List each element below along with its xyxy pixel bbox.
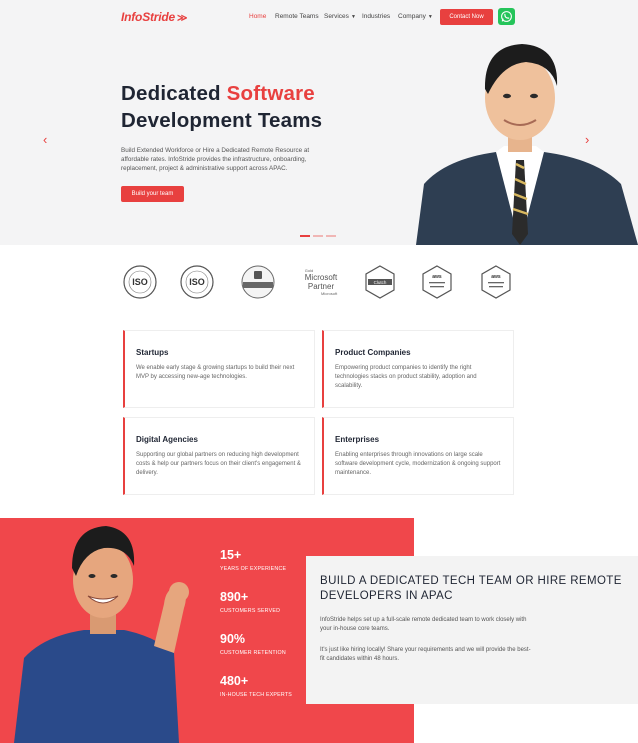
info-paragraph-2: It's just like hiring locally! Share you… <box>320 647 531 662</box>
card-startups[interactable]: Startups We enable early stage & growing… <box>123 330 315 408</box>
certification-badges: ISO ISO Gold Microsoft Partner Microsoft… <box>116 262 526 308</box>
aws-practitioner-badge-icon: aws <box>418 262 456 302</box>
card-text: Supporting our global partners on reduci… <box>136 452 301 476</box>
hero-section: Dedicated Software Development Teams Bui… <box>0 34 638 245</box>
aws-architect-badge-icon: aws <box>477 262 515 302</box>
goodfirms-badge-icon <box>239 262 277 302</box>
stat-number: 15+ <box>220 548 242 562</box>
iso-badge-text: ISO <box>189 277 205 287</box>
hero-title-part1: Dedicated <box>121 82 227 105</box>
card-text: Empowering product companies to identify… <box>335 365 477 389</box>
stat-number: 90% <box>220 632 246 646</box>
stat-years: 15+ YEARS OF EXPERIENCE <box>220 548 286 572</box>
card-title: Startups <box>136 348 169 357</box>
businessman-photo <box>416 44 638 245</box>
card-enterprises[interactable]: Enterprises Enabling enterprises through… <box>322 417 514 495</box>
aws-text: aws <box>432 274 442 280</box>
ms-label: Microsoft <box>304 273 338 282</box>
microsoft-partner-badge: Gold Microsoft Partner Microsoft <box>298 262 344 302</box>
nav-company-label: Company <box>398 13 426 20</box>
logo-chevron-icon: ≫ <box>177 13 188 24</box>
stat-label: IN-HOUSE TECH EXPERTS <box>220 692 292 698</box>
build-your-team-button[interactable]: Build your team <box>121 186 184 202</box>
clutch-badge-icon: Clutch <box>361 262 399 302</box>
info-paragraph-1: InfoStride helps set up a full-scale rem… <box>320 617 527 632</box>
slider-dot[interactable] <box>300 235 310 237</box>
stat-number: 890+ <box>220 590 249 604</box>
slider-dots <box>300 235 336 237</box>
info-title: BUILD A DEDICATED TECH TEAM OR HIRE REMO… <box>320 575 622 602</box>
nav-company[interactable]: Company ▼ <box>398 13 433 20</box>
card-title: Enterprises <box>335 435 380 444</box>
contact-now-button[interactable]: Contact Now <box>440 9 493 25</box>
whatsapp-icon[interactable] <box>498 8 515 25</box>
stat-retention: 90% CUSTOMER RETENTION <box>220 632 286 656</box>
caret-down-icon: ▼ <box>350 14 356 20</box>
nav-remote-teams[interactable]: Remote Teams <box>275 13 319 20</box>
stat-experts: 480+ IN-HOUSE TECH EXPERTS <box>220 674 292 698</box>
ms-footer-label: Microsoft <box>320 291 338 296</box>
ms-partner-label: Partner <box>307 282 335 291</box>
smiling-man-photo <box>14 526 189 743</box>
logo-text: InfoStride <box>121 10 175 24</box>
stat-customers: 890+ CUSTOMERS SERVED <box>220 590 280 614</box>
nav-home[interactable]: Home <box>249 13 266 20</box>
hero-description: Build Extended Workforce or Hire a Dedic… <box>121 147 310 172</box>
aws-text: aws <box>491 274 501 280</box>
nav-services[interactable]: Services ▼ <box>324 13 356 20</box>
iso-badge-icon: ISO <box>178 262 216 302</box>
hero-title-accent: Software <box>226 82 315 105</box>
chevron-left-icon[interactable]: ‹ <box>43 132 47 147</box>
hire-developers-info: BUILD A DEDICATED TECH TEAM OR HIRE REMO… <box>306 556 638 704</box>
top-navbar: InfoStride ≫ Home Remote Teams Services ▼ … <box>0 0 638 34</box>
card-title: Digital Agencies <box>136 435 198 444</box>
nav-industries[interactable]: Industries <box>362 13 390 20</box>
site-logo[interactable]: InfoStride ≫ <box>121 10 187 24</box>
card-digital-agencies[interactable]: Digital Agencies Supporting our global p… <box>123 417 315 495</box>
iso-badge-icon: ISO <box>121 262 159 302</box>
card-title: Product Companies <box>335 348 411 357</box>
stat-label: YEARS OF EXPERIENCE <box>220 566 287 572</box>
card-text: We enable early stage & growing startups… <box>136 365 295 380</box>
slider-dot[interactable] <box>313 235 323 237</box>
hero-title-part2: Development Teams <box>121 109 323 132</box>
stat-number: 480+ <box>220 674 249 688</box>
slider-dot[interactable] <box>326 235 336 237</box>
iso-badge-text: ISO <box>132 277 148 287</box>
card-product-companies[interactable]: Product Companies Empowering product com… <box>322 330 514 408</box>
nav-services-label: Services <box>324 13 349 20</box>
caret-down-icon: ▼ <box>427 14 433 20</box>
card-text: Enabling enterprises through innovations… <box>335 452 501 476</box>
stat-label: CUSTOMERS SERVED <box>220 608 281 614</box>
clutch-badge-text: Clutch <box>374 280 387 285</box>
stat-label: CUSTOMER RETENTION <box>220 650 286 656</box>
hero-title: Dedicated Software Development Teams <box>121 80 322 134</box>
